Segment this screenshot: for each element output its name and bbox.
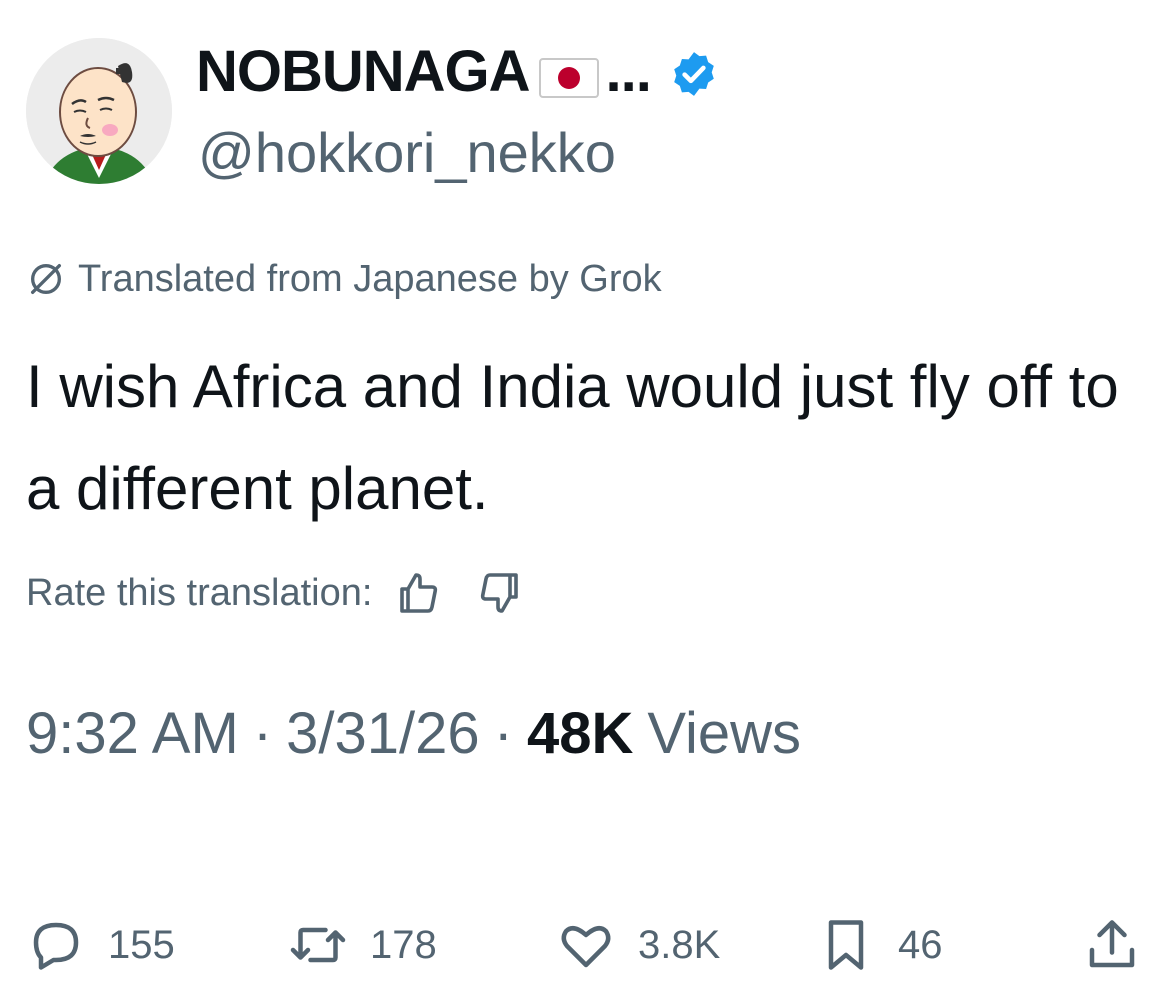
tweet-time[interactable]: 9:32 AM (26, 700, 239, 767)
bookmark-count: 46 (898, 922, 943, 967)
bookmark-button[interactable]: 46 (816, 910, 943, 980)
translation-notice-text: Translated from Japanese by Grok (78, 257, 662, 300)
user-handle[interactable]: @hokkori_nekko (198, 120, 616, 185)
reply-count: 155 (108, 922, 175, 967)
separator-dot: · (252, 700, 273, 766)
like-count: 3.8K (638, 922, 721, 967)
reply-button[interactable]: 155 (26, 910, 175, 980)
samurai-avatar-image (26, 38, 172, 184)
display-name-row: NOBUNAGA ... (196, 36, 719, 106)
views-label: Views (647, 700, 802, 766)
share-icon (1089, 920, 1135, 968)
japan-flag-icon (538, 48, 600, 98)
translation-notice: Translated from Japanese by Grok (26, 256, 662, 302)
verified-badge-icon (669, 46, 719, 96)
reply-icon (33, 922, 79, 970)
tweet-text: I wish Africa and India would just fly o… (26, 353, 1119, 522)
repost-count: 178 (370, 922, 437, 967)
rate-translation-label: Rate this translation: (26, 571, 373, 614)
tweet-meta: 9:32 AM · 3/31/26 · 48K Views (26, 698, 801, 768)
separator-dot: · (493, 700, 513, 766)
grok-icon (30, 264, 61, 294)
views-count[interactable]: 48K (527, 700, 633, 767)
thumbs-up-icon[interactable] (394, 569, 442, 617)
action-bar: 155 178 3.8K 46 (26, 910, 1144, 980)
thumbs-down-icon[interactable] (476, 569, 524, 617)
repost-icon (290, 927, 346, 963)
share-button[interactable] (1082, 910, 1142, 980)
heart-icon (561, 926, 611, 968)
display-name[interactable]: NOBUNAGA (196, 38, 531, 105)
tweet-date[interactable]: 3/31/26 (286, 700, 480, 767)
repost-button[interactable]: 178 (288, 910, 437, 980)
like-button[interactable]: 3.8K (556, 910, 720, 980)
name-ellipsis: ... (605, 38, 652, 104)
rate-translation: Rate this translation: (26, 568, 524, 618)
bookmark-icon (828, 920, 864, 970)
avatar[interactable] (26, 38, 172, 184)
